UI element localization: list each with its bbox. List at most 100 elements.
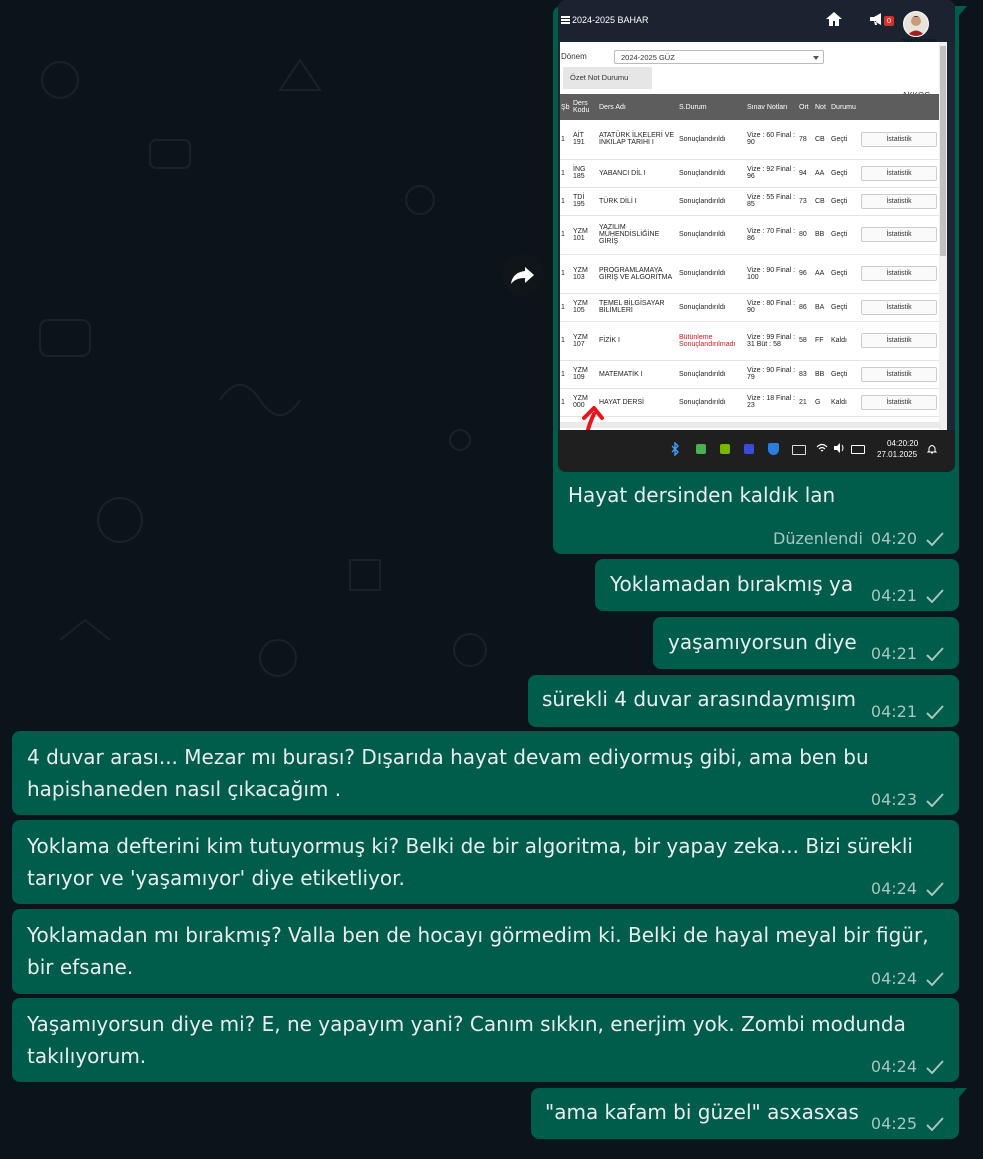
course-code: YZM 105 [572,293,598,322]
message-bubble[interactable]: 4 duvar arası... Mezar mı burası? Dışarı… [12,731,959,815]
course-result: Geçti [830,159,860,188]
message-bubble-image[interactable]: 2024-2025 BAHAR 0 24021100 Dönem 2024-20… [553,0,967,554]
message-bubble[interactable]: "ama kafam bi güzel" asxasxas 04:25 [531,1088,967,1139]
letter-grade: FF [814,321,830,361]
row-sb: 1 [560,321,572,361]
course-result: Geçti [830,120,860,160]
letter-grade: CB [814,120,830,160]
wifi-icon[interactable] [816,442,828,454]
course-name: YAZILIM MÜHENDİSLİĞİNE GİRİŞ [598,215,678,255]
statistics-button[interactable]: İstatistik [861,193,937,209]
forward-button[interactable] [502,254,544,296]
course-average: 96 [798,254,814,294]
megaphone-icon[interactable] [869,12,885,26]
course-result: Geçti [830,293,860,322]
message-meta: 04:21 [871,644,945,663]
bluetooth-icon[interactable] [670,442,680,456]
message-text: sürekli 4 duvar arasındaymışım [542,687,857,711]
course-average: 58 [798,321,814,361]
message-bubble[interactable]: yaşamıyorsun diye 04:21 [653,617,959,669]
course-name: TEMEL BİLGİSAYAR BİLİMLERİ [598,293,678,322]
letter-grade: AA [814,254,830,294]
course-code: YZM 107 [572,321,598,361]
read-tick-icon [926,881,944,896]
notification-bell-icon[interactable] [927,443,937,455]
letter-grade: BB [814,215,830,255]
col-header: S.Durum [678,94,746,120]
course-result: Geçti [830,360,860,389]
exam-notes: Vize : 99 Final : 31 Büt : 58 [746,321,798,361]
volume-icon[interactable] [833,442,845,454]
statistics-button[interactable]: İstatistik [861,394,937,410]
message-time: 04:21 [870,644,917,663]
statistics-button[interactable]: İstatistik [861,131,937,147]
row-sb: 1 [560,187,572,216]
keyboard-icon[interactable] [792,445,806,455]
letter-grade: AA [814,159,830,188]
letter-grade: G [814,388,830,417]
portal-header: 2024-2025 BAHAR 0 24021100 [558,0,955,47]
tray-app-icon[interactable] [744,444,754,454]
course-name: TÜRK DİLİ I [598,187,678,216]
course-name: FİZİK I [598,321,678,361]
exam-notes: Vize : 60 Final : 90 [746,120,798,160]
course-average: 83 [798,360,814,389]
clock-time[interactable]: 04:20:20 [887,439,918,448]
home-icon[interactable] [826,12,842,26]
message-time: 04:24 [870,879,917,898]
message-text: Yoklama defterini kim tutuyormuş ki? Bel… [27,834,913,890]
clock-date[interactable]: 27.01.2025 [877,450,917,459]
statistics-button[interactable]: İstatistik [861,366,937,382]
notification-badge: 0 [884,16,894,26]
nvidia-icon[interactable] [720,444,730,454]
tray-app-icon[interactable] [696,444,706,454]
col-header: Ort [798,94,814,120]
row-sb: 1 [560,159,572,188]
read-tick-icon [926,646,944,661]
letter-grade: BB [814,360,830,389]
menu-icon[interactable] [561,16,570,24]
battery-icon[interactable] [851,445,865,454]
col-header: Ders Kodu [572,94,598,120]
course-name: ATATÜRK İLKELERİ VE İNKILAP TARİHİ I [598,120,678,160]
tab-summary-grades[interactable]: Özet Not Durumu [563,67,652,89]
course-name: PROGRAMLAMAYA GİRİŞ VE ALGORİTMA [598,254,678,294]
message-bubble[interactable]: Yoklamadan bırakmış ya 04:21 [595,559,959,611]
statistics-button[interactable]: İstatistik [861,227,937,242]
message-text: Hayat dersinden kaldık lan [568,483,836,507]
course-name: MATEMATİK I [598,360,678,389]
table-row: 1 AİT 191 ATATÜRK İLKELERİ VE İNKILAP TARİ… [560,120,941,160]
vertical-scrollbar[interactable] [939,42,947,430]
statistics-button[interactable]: İstatistik [861,333,937,348]
message-bubble[interactable]: Yoklama defterini kim tutuyormuş ki? Bel… [12,820,959,904]
row-sb: 1 [560,254,572,294]
message-meta: Düzenlendi 04:20 [773,529,945,548]
grades-page: Dönem 2024-2025 GÜZ Özet Not Durumu AKKO… [560,42,941,430]
course-status: Sonuçlandırıldı [678,159,746,188]
message-time: 04:24 [870,1057,917,1076]
message-meta: 04:25 [871,1114,945,1133]
read-tick-icon [926,1059,944,1074]
read-tick-icon [926,588,944,603]
course-result: Kaldı [830,388,860,417]
statistics-button[interactable]: İstatistik [861,266,937,281]
message-bubble[interactable]: Yaşamıyorsun diye mi? E, ne yapayım yani… [12,998,959,1082]
table-row: 1 İNG 185 YABANCI DİL I Sonuçlandırıldı Vize… [560,159,941,188]
row-sb: 1 [560,360,572,389]
message-time: 04:24 [870,969,917,988]
forward-icon [511,267,534,284]
course-result: Kaldı [830,321,860,361]
statistics-button[interactable]: İstatistik [861,299,937,315]
avatar[interactable] [903,11,929,37]
attached-screenshot[interactable]: 2024-2025 BAHAR 0 24021100 Dönem 2024-20… [558,0,955,472]
message-bubble[interactable]: Yoklamadan mı bırakmış? Valla ben de hoc… [12,909,959,994]
col-header: Şb [560,94,572,120]
course-status: Sonuçlandırıldı [678,120,746,160]
security-shield-icon[interactable] [768,443,779,455]
message-text: Yoklamadan bırakmış ya [610,572,854,596]
period-select[interactable]: 2024-2025 GÜZ [614,50,824,64]
statistics-button[interactable]: İstatistik [861,165,937,181]
bubble-tail [955,1088,967,1102]
table-row: 1 YZM 101 YAZILIM MÜHENDİSLİĞİNE GİRİŞ Sonu… [560,215,941,255]
message-bubble[interactable]: sürekli 4 duvar arasındaymışım 04:21 [528,675,959,727]
